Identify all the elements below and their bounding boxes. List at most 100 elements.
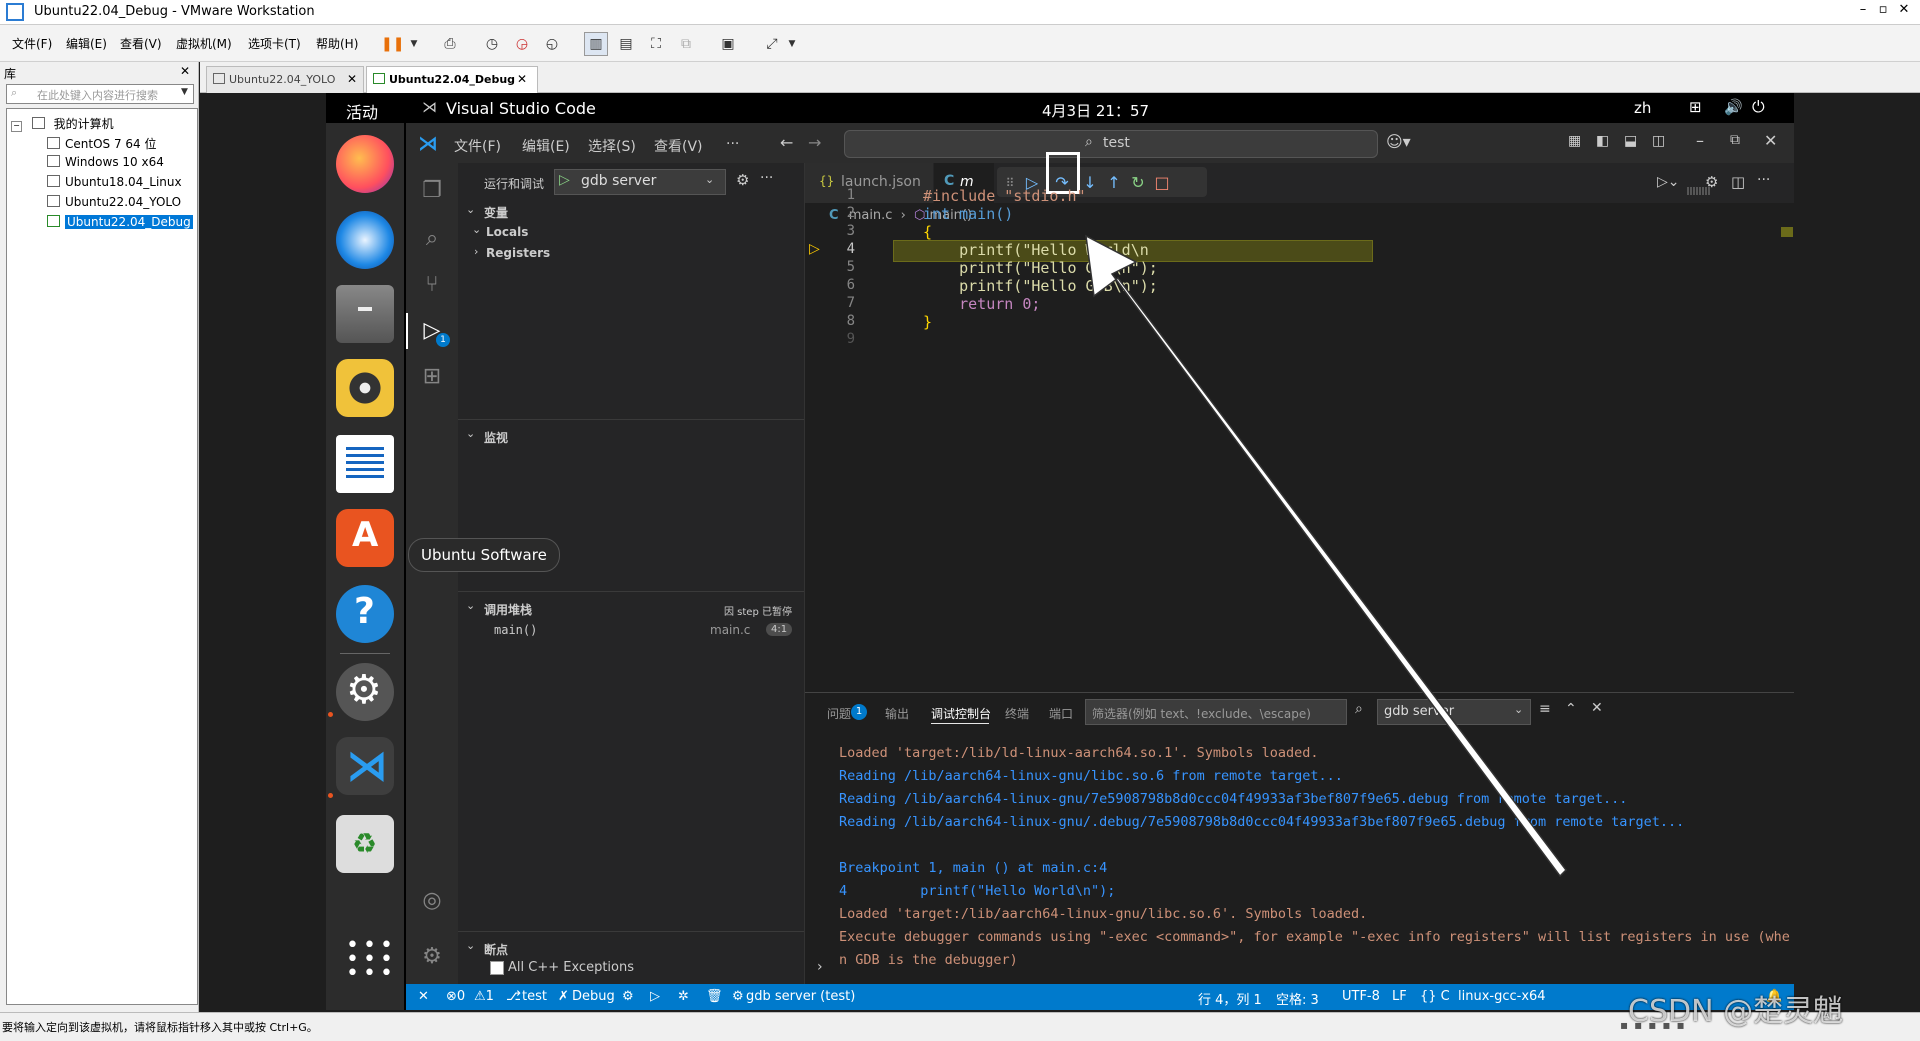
registers-scope[interactable]: Registers	[486, 246, 550, 260]
run-split-icon[interactable]: ▷⌄	[1657, 174, 1680, 190]
volume-icon[interactable]: 🔊	[1724, 98, 1743, 116]
minimize-button[interactable]: –	[1852, 2, 1874, 20]
source-control-icon[interactable]: ⑂	[418, 271, 446, 299]
trash-icon[interactable]: ♻	[336, 815, 394, 873]
chevron-down-icon[interactable]: ⌄	[466, 599, 475, 612]
panel-config-select[interactable]: gdb server ⌄	[1377, 699, 1531, 725]
help-icon[interactable]: ?	[336, 585, 394, 643]
launch-config-select[interactable]: ▷ gdb server ⌄	[554, 169, 726, 195]
split-editor-icon[interactable]: ◫	[1731, 173, 1745, 191]
restore-icon[interactable]: ⧉	[1730, 132, 1740, 148]
collapse-icon[interactable]: −	[11, 121, 22, 132]
close-button[interactable]: ✕	[1893, 2, 1915, 20]
console-input-prompt-icon[interactable]: ›	[817, 959, 823, 975]
search-icon[interactable]: ⌕	[1355, 701, 1363, 717]
breakpoints-header[interactable]: 断点	[484, 941, 508, 958]
pause-icon[interactable]: ❚❚	[380, 32, 404, 56]
menu-help[interactable]: 帮助(H)	[316, 35, 358, 52]
stretch-dropdown-icon[interactable]: ▼	[780, 32, 804, 56]
menu-more[interactable]: ···	[726, 136, 739, 152]
files-icon[interactable]	[336, 285, 394, 343]
unity-icon[interactable]: ⧉	[674, 32, 698, 56]
toggle-sidebar-icon[interactable]: ◧	[1596, 133, 1609, 149]
build-config-gear-icon[interactable]: ⚙	[622, 989, 634, 1004]
vm-tab[interactable]: Ubuntu22.04_YOLO ✕	[206, 66, 364, 93]
tree-vm-item[interactable]: Ubuntu22.04_YOLO	[47, 195, 181, 213]
maximize-button[interactable]: ▫	[1872, 2, 1894, 20]
run-icon[interactable]: ▷	[650, 989, 660, 1004]
tab-close-icon[interactable]: ✕	[517, 72, 527, 86]
menu-file[interactable]: 文件(F)	[454, 136, 501, 156]
locals-scope[interactable]: Locals	[486, 225, 528, 239]
launch-settings-gear-icon[interactable]: ⚙	[736, 171, 749, 189]
command-center[interactable]: ⌕ test	[844, 130, 1378, 158]
status-encoding[interactable]: UTF-8	[1342, 989, 1380, 1004]
status-eol[interactable]: LF	[1392, 989, 1407, 1004]
variables-header[interactable]: 变量	[484, 204, 508, 221]
explorer-icon[interactable]: ❐	[418, 177, 446, 205]
breadcrumb-file[interactable]: main.c	[849, 208, 893, 223]
breakpoint-checkbox[interactable]	[490, 961, 504, 975]
toggle-panel-icon[interactable]: ⬓	[1624, 133, 1637, 149]
settings-icon[interactable]: ⚙	[336, 663, 394, 721]
callstack-header[interactable]: 调用堆栈	[484, 601, 532, 618]
ubuntu-software-icon[interactable]: A	[336, 509, 394, 567]
toggle-secondary-sidebar-icon[interactable]: ◫	[1652, 133, 1665, 149]
search-icon[interactable]: ⌕	[418, 225, 446, 253]
trash-icon[interactable]: 🗑	[706, 989, 723, 1004]
more-actions-icon[interactable]: ···	[1757, 172, 1770, 188]
send-keys-icon[interactable]: ⎙	[438, 32, 462, 56]
accounts-icon[interactable]: ◎	[418, 887, 446, 915]
app-menu-label[interactable]: Visual Studio Code	[446, 99, 596, 118]
network-icon[interactable]: ⊞	[1689, 98, 1702, 116]
maximize-panel-icon[interactable]: ⌃	[1565, 701, 1577, 717]
thumbnail-bar-icon[interactable]: ▤	[614, 32, 638, 56]
debug-console-filter[interactable]: 筛选器(例如 text、!exclude、\escape)	[1085, 699, 1347, 725]
chevron-down-icon[interactable]: ⌄	[466, 939, 475, 952]
status-warnings[interactable]: ⚠1	[474, 989, 494, 1004]
dropdown-arrow-icon[interactable]: ▼	[402, 32, 426, 56]
restart-icon[interactable]: ↻	[1127, 172, 1149, 194]
tree-vm-item[interactable]: Windows 10 x64	[47, 155, 164, 173]
manage-gear-icon[interactable]: ⚙	[418, 943, 446, 971]
extensions-icon[interactable]: ⊞	[418, 363, 446, 391]
rhythmbox-icon[interactable]	[336, 359, 394, 417]
libreoffice-writer-icon[interactable]	[336, 435, 394, 493]
step-out-icon[interactable]: ↑	[1103, 172, 1125, 194]
status-debug[interactable]: Debug	[572, 989, 615, 1004]
stack-frame-file[interactable]: main.c	[710, 623, 750, 637]
stop-icon[interactable]: □	[1151, 172, 1173, 194]
back-arrow-icon[interactable]: ←	[780, 133, 793, 152]
snapshot-icon[interactable]: ◷	[480, 32, 504, 56]
start-debugging-icon[interactable]: ▷	[559, 172, 570, 188]
menu-edit[interactable]: 编辑(E)	[522, 136, 570, 156]
tab-terminal[interactable]: 终端	[1005, 705, 1029, 722]
watch-header[interactable]: 监视	[484, 429, 508, 446]
close-icon[interactable]: ✕	[1764, 131, 1777, 150]
tab-close-icon[interactable]: ✕	[347, 72, 357, 86]
chevron-down-icon[interactable]: ⌄	[466, 427, 475, 440]
status-indentation[interactable]: 空格: 3	[1276, 989, 1319, 1008]
tree-root[interactable]: − 我的计算机	[11, 115, 114, 133]
tree-vm-item[interactable]: Ubuntu18.04_Linux	[47, 175, 182, 193]
copilot-icon[interactable]: ☺▾	[1386, 132, 1411, 151]
tree-vm-item[interactable]: CentOS 7 64 位	[47, 135, 156, 153]
clear-console-icon[interactable]: ≡	[1539, 701, 1551, 717]
fullscreen-icon[interactable]: ⛶	[644, 32, 668, 56]
activities-button[interactable]: 活动	[346, 99, 378, 123]
thunderbird-icon[interactable]	[336, 211, 394, 269]
status-language[interactable]: {} C	[1420, 989, 1450, 1004]
library-toggle-icon[interactable]: ▥	[584, 32, 608, 56]
customize-layout-icon[interactable]: ▦	[1568, 133, 1581, 149]
tab-output[interactable]: 输出	[885, 705, 909, 722]
input-method[interactable]: zh	[1634, 99, 1651, 117]
tab-problems[interactable]: 问题	[827, 705, 851, 722]
chevron-down-icon[interactable]: ⌄	[472, 223, 481, 236]
menu-tabs[interactable]: 选项卡(T)	[248, 35, 301, 52]
menu-vm[interactable]: 虚拟机(M)	[176, 35, 232, 52]
forward-arrow-icon[interactable]: →	[808, 133, 821, 152]
remote-icon[interactable]: ✕	[418, 989, 429, 1004]
close-panel-icon[interactable]: ✕	[1591, 700, 1603, 716]
library-search-input[interactable]: ⌕ 在此处键入内容进行搜索 ▼	[6, 84, 194, 104]
status-branch[interactable]: test	[522, 989, 547, 1004]
